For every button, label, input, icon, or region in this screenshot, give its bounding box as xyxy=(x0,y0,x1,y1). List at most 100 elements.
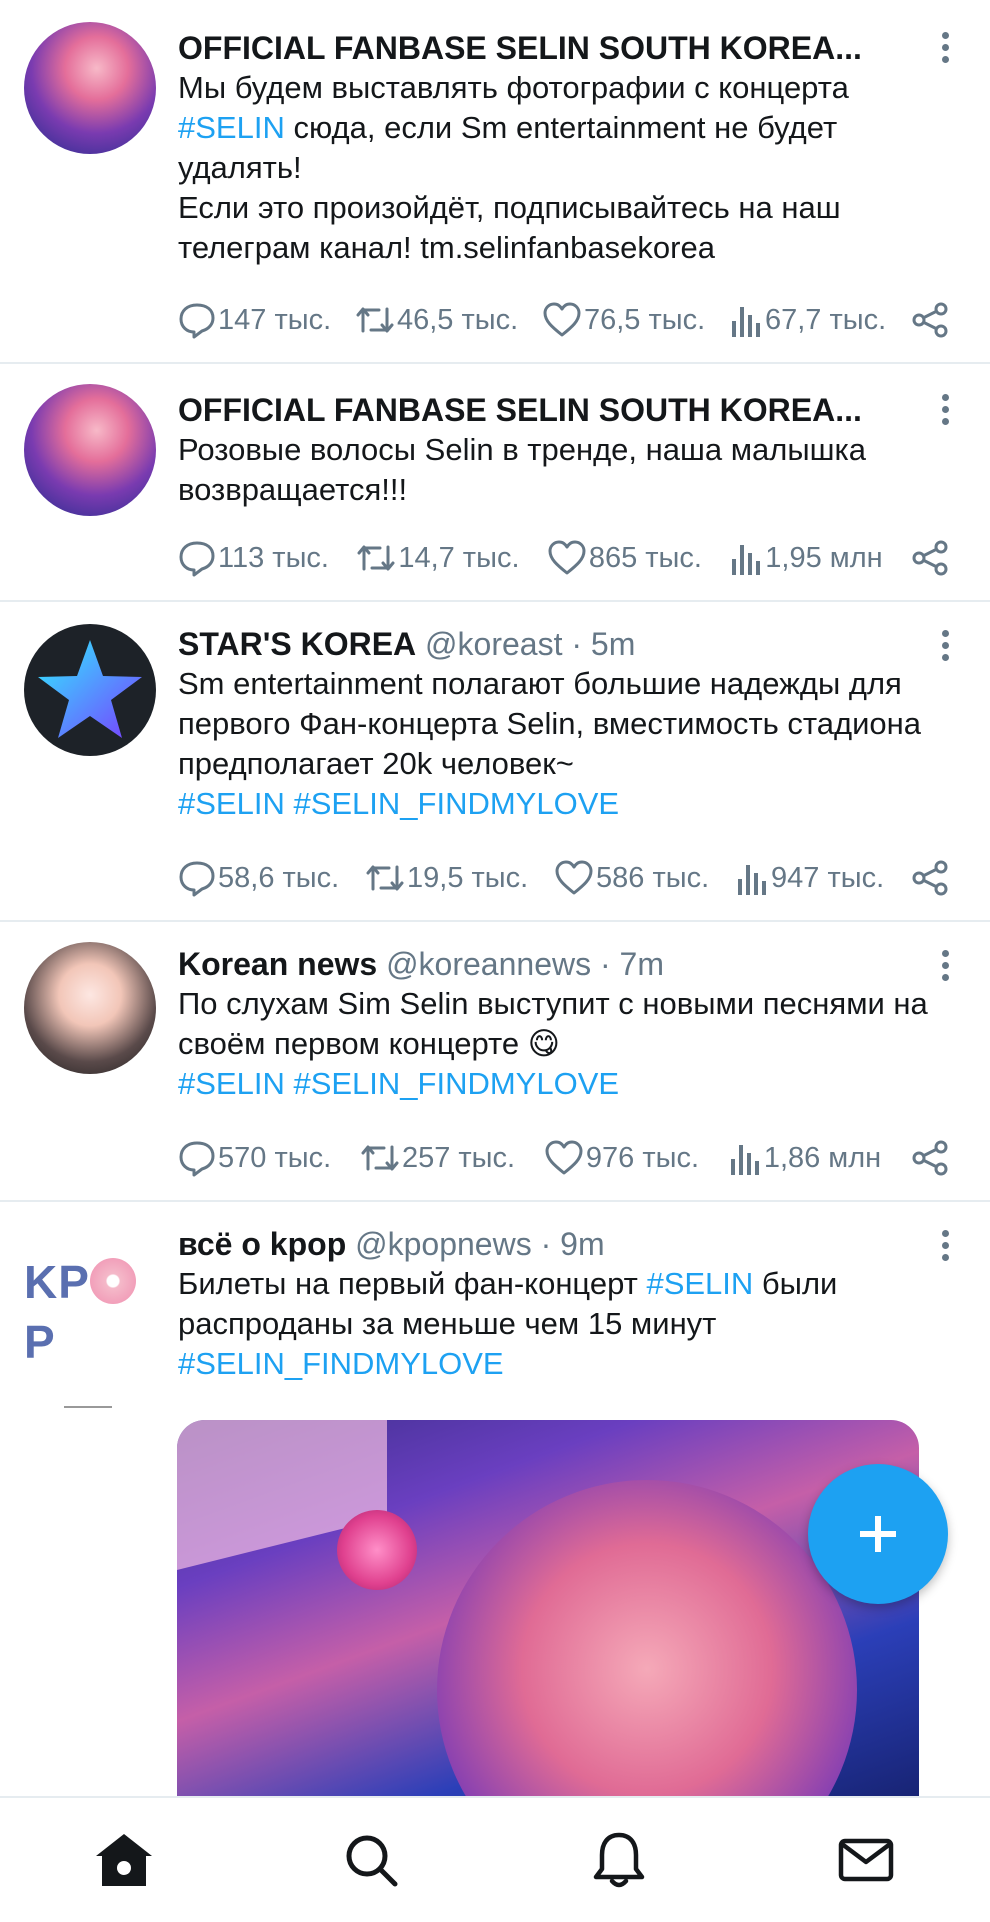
more-vertical-icon[interactable] xyxy=(940,32,950,68)
tweet-actions: 147 тыс. 46,5 тыс. 76,5 тыс. 67,7 тыс. xyxy=(178,298,950,342)
plus-icon xyxy=(860,1516,896,1552)
nav-messages[interactable] xyxy=(826,1820,906,1900)
tweet-actions: 113 тыс. 14,7 тыс. 865 тыс. 1,95 млн xyxy=(178,536,950,580)
comment-icon xyxy=(178,301,216,339)
action-count: 76,5 тыс. xyxy=(583,303,706,336)
action-count: 570 тыс. xyxy=(218,1141,332,1174)
search-icon xyxy=(346,1835,398,1887)
heart-icon xyxy=(544,1139,584,1177)
hashtag-link[interactable]: #SELIN_FINDMYLOVE xyxy=(178,1346,504,1381)
avatar[interactable] xyxy=(24,942,156,1074)
reply-button[interactable]: 58,6 тыс. xyxy=(178,859,339,897)
views-icon xyxy=(729,301,763,339)
views-button[interactable]: 1,86 млн xyxy=(728,1139,881,1177)
heart-icon xyxy=(542,301,582,339)
hashtag-link[interactable]: #SELIN #SELIN_FINDMYLOVE xyxy=(178,786,619,821)
heart-icon xyxy=(547,539,587,577)
retweet-icon xyxy=(360,1139,400,1177)
bottom-nav xyxy=(0,1796,990,1922)
action-count: 1,86 млн xyxy=(763,1141,882,1174)
tweet-header: всё о kpop @kpopnews · 9m xyxy=(178,1224,940,1264)
more-vertical-icon[interactable] xyxy=(940,394,950,430)
reply-button[interactable]: 570 тыс. xyxy=(178,1139,331,1177)
nav-notifications[interactable] xyxy=(579,1820,659,1900)
retweet-icon xyxy=(365,859,405,897)
action-count: 257 тыс. xyxy=(401,1141,516,1174)
hashtag-link[interactable]: #SELIN xyxy=(178,110,285,145)
tweet-text: Мы будем выставлять фотографии с концерт… xyxy=(178,68,940,268)
tweet-text: Sm entertainment полагают большие надежд… xyxy=(178,664,940,824)
author-name[interactable]: OFFICIAL FANBASE SELIN SOUTH KOREA... xyxy=(178,30,862,66)
avatar[interactable] xyxy=(24,624,156,756)
tweet-actions: 58,6 тыс. 19,5 тыс. 586 тыс. 947 тыс. xyxy=(178,856,950,900)
share-icon[interactable] xyxy=(910,301,950,339)
tweet-text-segment: Розовые волосы Selin в тренде, наша малы… xyxy=(178,432,867,507)
reply-button[interactable]: 113 тыс. xyxy=(178,539,329,577)
views-button[interactable]: 67,7 тыс. xyxy=(729,301,886,339)
nav-search[interactable] xyxy=(331,1820,411,1900)
more-vertical-icon[interactable] xyxy=(940,950,950,986)
action-count: 865 тыс. xyxy=(588,541,702,574)
tweet-header: OFFICIAL FANBASE SELIN SOUTH KOREA... xyxy=(178,28,940,68)
tweet-text-segment: Мы будем выставлять фотографии с концерт… xyxy=(178,70,849,105)
more-vertical-icon[interactable] xyxy=(940,1230,950,1266)
retweet-button[interactable]: 257 тыс. xyxy=(360,1139,515,1177)
tweet-text: Билеты на первый фан-концерт #SELIN были… xyxy=(178,1264,940,1384)
action-count: 976 тыс. xyxy=(585,1141,700,1174)
tweet[interactable]: OFFICIAL FANBASE SELIN SOUTH KOREA... Мы… xyxy=(0,0,990,364)
views-button[interactable]: 947 тыс. xyxy=(735,859,884,897)
views-button[interactable]: 1,95 млн xyxy=(729,539,883,577)
reply-button[interactable]: 147 тыс. xyxy=(178,301,331,339)
home-icon xyxy=(95,1834,152,1886)
share-icon[interactable] xyxy=(910,539,950,577)
share-icon[interactable] xyxy=(910,1139,950,1177)
retweet-button[interactable]: 46,5 тыс. xyxy=(355,301,518,339)
avatar[interactable]: KPP xyxy=(24,1252,156,1408)
action-count: 19,5 тыс. xyxy=(407,861,529,894)
tweet[interactable]: STAR'S KOREA @koreast · 5m Sm entertainm… xyxy=(0,602,990,922)
tweet-header: OFFICIAL FANBASE SELIN SOUTH KOREA... xyxy=(178,390,940,430)
retweet-icon xyxy=(355,301,395,339)
like-button[interactable]: 976 тыс. xyxy=(544,1139,699,1177)
tweet-text: Розовые волосы Selin в тренде, наша малы… xyxy=(178,430,940,510)
views-icon xyxy=(735,859,769,897)
share-icon[interactable] xyxy=(910,859,950,897)
action-count: 947 тыс. xyxy=(771,861,885,894)
tweet[interactable]: Korean news @koreannews · 7m По слухам S… xyxy=(0,922,990,1202)
retweet-button[interactable]: 19,5 тыс. xyxy=(365,859,528,897)
author-name[interactable]: всё о kpop xyxy=(178,1226,346,1262)
compose-button[interactable] xyxy=(808,1464,948,1604)
author-handle: @kpopnews · 9m xyxy=(355,1226,605,1262)
tweet-text-segment: По слухам Sim Selin выступит с новыми пе… xyxy=(178,986,928,1061)
logo-caption-line xyxy=(64,1406,112,1408)
nav-home[interactable] xyxy=(84,1820,164,1900)
action-count: 113 тыс. xyxy=(218,541,329,574)
tweet-text: По слухам Sim Selin выступит с новыми пе… xyxy=(178,984,940,1104)
author-handle: @koreannews · 7m xyxy=(386,946,664,982)
hashtag-link[interactable]: #SELIN #SELIN_FINDMYLOVE xyxy=(178,1066,619,1101)
like-button[interactable]: 76,5 тыс. xyxy=(542,301,705,339)
tweet-actions: 570 тыс. 257 тыс. 976 тыс. 1,86 млн xyxy=(178,1136,950,1180)
author-name[interactable]: OFFICIAL FANBASE SELIN SOUTH KOREA... xyxy=(178,392,862,428)
action-count: 147 тыс. xyxy=(218,303,332,336)
like-button[interactable]: 865 тыс. xyxy=(547,539,702,577)
views-icon xyxy=(729,539,763,577)
comment-icon xyxy=(178,1139,216,1177)
tweet-text-segment: Sm entertainment полагают большие надежд… xyxy=(178,666,922,781)
avatar[interactable] xyxy=(24,22,156,154)
bell-icon xyxy=(593,1832,644,1888)
tweet[interactable]: OFFICIAL FANBASE SELIN SOUTH KOREA... Ро… xyxy=(0,364,990,602)
author-handle: @koreast · 5m xyxy=(425,626,636,662)
hashtag-link[interactable]: #SELIN xyxy=(646,1266,753,1301)
retweet-button[interactable]: 14,7 тыс. xyxy=(356,539,520,577)
tweet-image[interactable] xyxy=(177,1420,919,1796)
tweet-text-segment: Билеты на первый фан-концерт xyxy=(178,1266,647,1301)
more-vertical-icon[interactable] xyxy=(940,630,950,666)
comment-icon xyxy=(178,859,216,897)
author-name[interactable]: STAR'S KOREA xyxy=(178,626,416,662)
image-rose xyxy=(337,1510,417,1590)
action-count: 586 тыс. xyxy=(596,861,710,894)
avatar[interactable] xyxy=(24,384,156,516)
author-name[interactable]: Korean news xyxy=(178,946,377,982)
like-button[interactable]: 586 тыс. xyxy=(554,859,709,897)
